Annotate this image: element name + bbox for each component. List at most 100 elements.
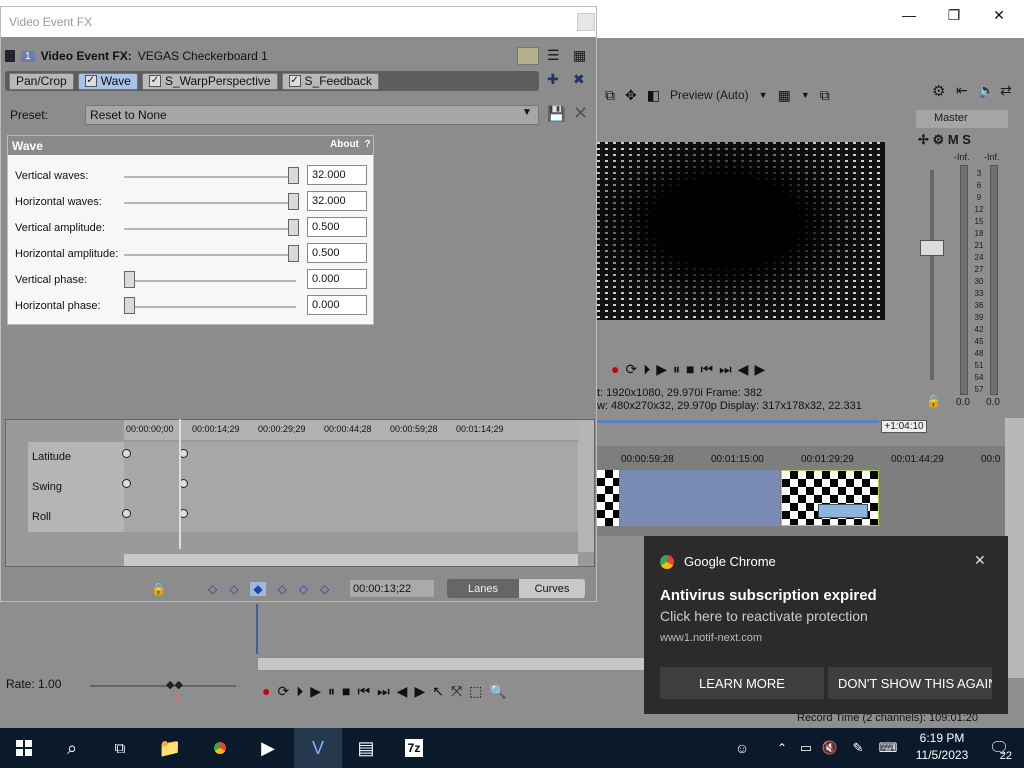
speaker-icon[interactable]: 🔈	[978, 82, 995, 99]
chevron-down-icon[interactable]: ▼	[522, 107, 532, 118]
chrome-notification[interactable]: Google Chrome ✕ Antivirus subscription e…	[644, 536, 1008, 714]
previous-keyframe-icon[interactable]: ◇	[229, 582, 238, 596]
delete-keyframe-icon[interactable]: ◇	[278, 582, 287, 596]
param-value-field[interactable]: 0.500	[307, 217, 367, 237]
fx-chip-pan-crop[interactable]: Pan/Crop	[9, 72, 74, 90]
app-taskbar-icon[interactable]: ▤	[342, 728, 390, 768]
checkbox-icon[interactable]: ✓	[84, 75, 97, 87]
external-monitor-icon[interactable]: ◧	[647, 88, 660, 102]
keyframe-track-label[interactable]: Roll	[28, 502, 124, 532]
param-slider-thumb[interactable]	[124, 271, 135, 288]
param-slider-track[interactable]	[124, 306, 296, 308]
sync-cursor-icon[interactable]: 🔒	[151, 582, 166, 596]
checkbox-icon[interactable]: ✓	[288, 75, 301, 87]
play-from-start-icon[interactable]: ⏵	[643, 362, 650, 376]
next-frame-icon[interactable]: ▶	[414, 684, 425, 698]
maximize-button[interactable]: ❐	[931, 0, 977, 30]
delete-preset-icon[interactable]: ✕	[573, 103, 588, 124]
copy-snapshot-icon[interactable]: ⧉	[820, 88, 830, 102]
solo-button[interactable]: S	[962, 132, 971, 147]
go-to-start-icon[interactable]: ⏮	[357, 684, 370, 698]
param-slider-track[interactable]	[124, 228, 296, 230]
param-slider-thumb[interactable]	[124, 297, 135, 314]
7zip-taskbar-icon[interactable]: 7z	[390, 728, 438, 768]
compact-view-button[interactable]	[517, 47, 539, 65]
fx-icon[interactable]: ⚙	[933, 132, 945, 147]
stop-icon[interactable]: ■	[342, 684, 350, 698]
param-slider-track[interactable]	[124, 280, 296, 282]
preview-quality-select[interactable]: Preview (Auto)	[670, 88, 749, 102]
param-slider-thumb[interactable]	[288, 193, 299, 210]
keyboard-icon[interactable]: ⌨	[874, 728, 902, 768]
pen-icon[interactable]: ✎	[844, 728, 872, 768]
volume-muted-icon[interactable]: 🔇	[818, 728, 842, 768]
collapse-icon[interactable]: ⇤	[956, 82, 968, 99]
param-slider-thumb[interactable]	[288, 167, 299, 184]
network-icon[interactable]: ▭	[794, 728, 818, 768]
normal-edit-tool-icon[interactable]: ↖	[432, 684, 444, 698]
param-slider-thumb[interactable]	[288, 245, 299, 262]
selection-tool-icon[interactable]: ⬚	[469, 684, 482, 698]
tray-clock[interactable]: 6:19 PM 11/5/2023	[905, 730, 979, 764]
last-keyframe-icon[interactable]: ◇	[320, 582, 329, 596]
checker-clip-left[interactable]	[597, 470, 619, 526]
param-value-field[interactable]: 0.500	[307, 243, 367, 263]
add-fx-icon[interactable]: ✚	[547, 71, 559, 88]
chevron-up-icon[interactable]: ⌃	[770, 728, 794, 768]
video-event-clip[interactable]	[620, 470, 780, 526]
record-icon[interactable]: ●	[262, 684, 270, 698]
go-to-end-icon[interactable]: ⏭	[719, 362, 732, 376]
start-button[interactable]	[0, 728, 48, 768]
timeline-scrollbar[interactable]	[258, 658, 646, 670]
keyframe-vertical-scrollbar[interactable]	[578, 420, 594, 552]
grid-icon[interactable]: ▦	[778, 88, 791, 102]
play-icon[interactable]: ▶	[310, 684, 321, 698]
keyframe-marker[interactable]	[122, 509, 131, 518]
learn-more-button[interactable]: LEARN MORE	[660, 667, 824, 699]
close-button[interactable]: ✕	[976, 0, 1022, 30]
curves-button[interactable]: Curves	[519, 579, 585, 598]
minimize-button[interactable]: —	[886, 0, 932, 30]
downmix-icon[interactable]: ⇄	[1000, 82, 1012, 99]
fx-close-button[interactable]	[577, 13, 595, 31]
param-value-field[interactable]: 0.000	[307, 269, 367, 289]
envelope-tool-icon[interactable]: ⤧	[451, 684, 462, 698]
param-slider-track[interactable]	[124, 254, 296, 256]
param-value-field[interactable]: 0.000	[307, 295, 367, 315]
record-icon[interactable]: ●	[611, 362, 619, 376]
file-explorer-icon[interactable]: 📁	[146, 728, 194, 768]
previous-frame-icon[interactable]: ◀	[397, 684, 408, 698]
about-link[interactable]: About ?	[330, 139, 371, 150]
timeline-ruler[interactable]: 00:00:59;28 00:01:15:00 00:01:29;29 00:0…	[597, 450, 1007, 468]
pause-icon[interactable]: ⏸	[673, 362, 680, 376]
gear-icon[interactable]: ⚙	[932, 82, 945, 100]
grid-view-icon[interactable]: ▦	[573, 47, 586, 64]
loop-icon[interactable]: ⟳	[277, 684, 289, 698]
keyframe-lane[interactable]	[122, 502, 578, 532]
next-frame-icon[interactable]: ▶	[754, 362, 765, 376]
keyframe-lane[interactable]	[122, 442, 578, 472]
keyframe-scrollbar[interactable]	[124, 554, 578, 566]
keyframe-time-field[interactable]: 00:00:13;22	[349, 579, 435, 598]
param-value-field[interactable]: 32.000	[307, 165, 367, 185]
loop-icon[interactable]: ⟳	[625, 362, 637, 376]
save-preset-icon[interactable]: 💾	[547, 105, 566, 123]
keyframe-track-label[interactable]: Latitude	[28, 442, 124, 472]
lanes-button[interactable]: Lanes	[447, 579, 519, 598]
lock-icon[interactable]: 🔒	[926, 394, 941, 408]
preview-settings-icon[interactable]: ⧉	[605, 88, 615, 102]
dont-show-again-button[interactable]: DON'T SHOW THIS AGAIN	[828, 667, 992, 699]
task-view-icon[interactable]: ⧉	[96, 728, 144, 768]
vegas-taskbar-icon[interactable]: V	[294, 728, 342, 768]
create-keyframe-icon[interactable]: ◆	[250, 582, 266, 596]
notification-center-button[interactable]: 🗨 22	[983, 736, 1013, 762]
keyframe-marker[interactable]	[122, 479, 131, 488]
chevron-down-icon[interactable]: ▼	[759, 90, 768, 100]
list-view-icon[interactable]: ☰	[547, 47, 560, 64]
zoom-tool-icon[interactable]: 🔍	[489, 684, 506, 698]
people-icon[interactable]: ☺	[722, 728, 762, 768]
play-from-start-icon[interactable]: ⏵	[296, 684, 303, 698]
param-slider-track[interactable]	[124, 202, 296, 204]
split-icon[interactable]: ✥	[625, 88, 637, 102]
go-to-end-icon[interactable]: ⏭	[377, 684, 390, 698]
